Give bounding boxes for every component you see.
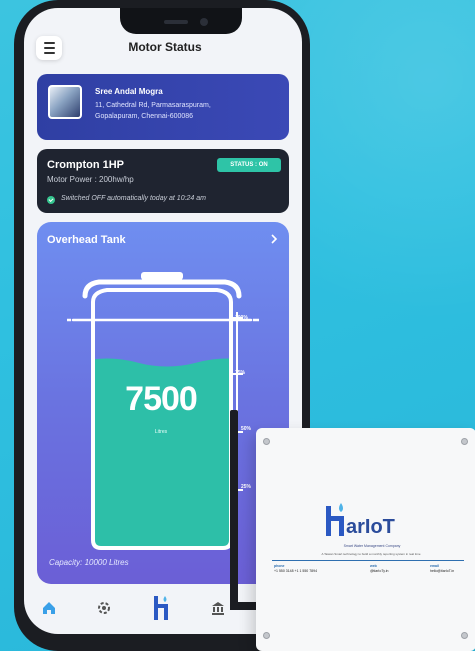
divider [272,560,464,561]
menu-button[interactable] [36,36,62,60]
check-icon [47,196,55,204]
home-icon[interactable] [41,600,57,616]
contact-email: email hello@tiarIoT.in [430,564,470,574]
motor-note: Switched OFF automatically today at 10:2… [61,195,206,202]
contact-phone: phone +1 550 3148 +1 1 550 7894 [274,564,340,574]
status-badge[interactable]: STATUS : ON [217,158,281,172]
brand-subtext: A Taiwan Smart technology to build a mon… [321,552,421,556]
address-line-2: Gopalapuram, Chennai-600086 [95,113,194,120]
page-title: Motor Status [128,40,202,54]
location-name: Sree Andal Mogra [95,87,163,96]
level-marker-50: 50% [241,426,252,432]
screw [461,632,468,639]
iot-device-box: arIoT Smart Water Management Company A T… [256,428,475,651]
level-marker-25: 25% [241,484,252,490]
motor-name: Crompton 1HP [47,159,124,171]
location-thumbnail [48,85,82,119]
motor-card[interactable]: Crompton 1HP Motor Power : 200hw/hp STAT… [37,149,289,213]
brand-tagline: Smart Water Management Company [343,544,401,548]
screw [263,438,270,445]
screw [461,438,468,445]
bank-icon[interactable] [210,600,226,616]
level-marker-100: 100% [235,315,248,321]
cable [230,410,238,610]
logo-icon[interactable] [148,594,172,622]
tank-volume: 7500 [125,380,198,418]
brand-name: arIoT [346,516,395,538]
level-marker-75: 75% [235,370,246,376]
brand-logo: arIoT [326,503,395,538]
tank-card[interactable]: Overhead Tank 100% 75% 50% 25% 7500 Litr… [37,222,289,584]
contact-web: web @tiarIoTy.in [370,564,416,574]
settings-icon[interactable] [96,600,112,616]
address-line-1: 11, Cathedral Rd, Parmasaraspuram, [95,102,211,109]
tank-volume-unit: Litres [154,429,168,435]
phone-notch [120,8,242,34]
location-card[interactable]: Sree Andal Mogra 11, Cathedral Rd, Parma… [37,74,289,140]
motor-power: Motor Power : 200hw/hp [47,175,134,184]
tank-capacity: Capacity: 10000 Litres [49,558,129,567]
screw [263,632,270,639]
